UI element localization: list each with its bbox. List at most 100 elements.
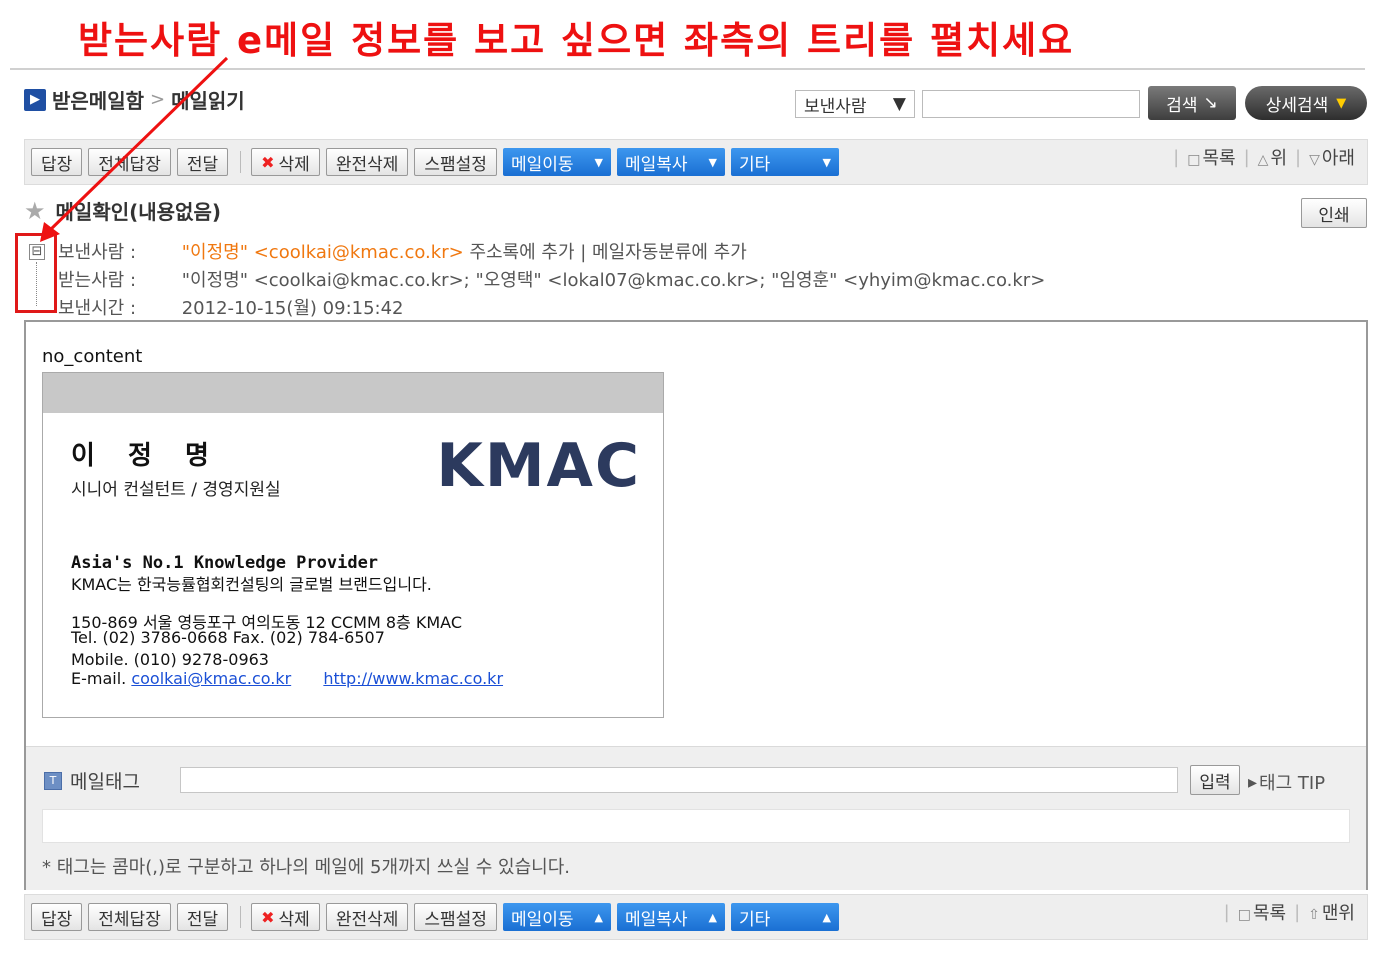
mail-tag-label: 메일태그 bbox=[70, 771, 140, 793]
etc-label: 기타 bbox=[738, 154, 771, 175]
sender-email[interactable]: <coolkai@kmac.co.kr> bbox=[254, 242, 464, 263]
delete-label: 삭제 bbox=[278, 154, 310, 175]
toolbar-divider bbox=[240, 151, 242, 173]
document-icon: □ bbox=[1187, 152, 1201, 168]
chevron-down-icon: ▼ bbox=[822, 155, 831, 169]
chevron-down-icon: ▼ bbox=[594, 155, 603, 169]
card-email-row: E-mail. coolkai@kmac.co.kr http://www.km… bbox=[71, 669, 503, 688]
tag-list bbox=[42, 809, 1350, 843]
move-mail-label: 메일이동 bbox=[510, 154, 574, 175]
chevron-up-icon: ▲ bbox=[822, 910, 831, 924]
forward-button[interactable]: 전달 bbox=[176, 903, 229, 931]
copy-mail-label: 메일복사 bbox=[624, 909, 688, 930]
mail-tag-area: T 메일태그 입력 ▸ 태그 TIP * 태그는 콤마(,)로 구분하고 하나의… bbox=[26, 746, 1366, 890]
document-icon: □ bbox=[1237, 907, 1251, 923]
mail-tag-input[interactable] bbox=[180, 767, 1178, 793]
triangle-up-icon: △ bbox=[1257, 152, 1269, 168]
card-title: 시니어 컨설턴트 / 경영지원실 bbox=[71, 480, 281, 500]
list-label: 목록 bbox=[1202, 148, 1236, 169]
delete-label: 삭제 bbox=[278, 909, 310, 930]
mail-body: no_content 이 정 명 시니어 컨설턴트 / 경영지원실 KMAC A… bbox=[24, 320, 1368, 890]
sent-time-label: 보낸시간 : bbox=[58, 298, 137, 319]
sender-label: 보낸사람 : bbox=[58, 242, 137, 263]
tag-tip-link[interactable]: ▸ 태그 TIP bbox=[1248, 769, 1325, 795]
delete-button[interactable]: ✖ 삭제 bbox=[251, 903, 320, 931]
delete-x-icon: ✖ bbox=[261, 907, 275, 927]
reply-button[interactable]: 답장 bbox=[31, 148, 83, 176]
sender-name[interactable]: "이정명" bbox=[182, 242, 248, 263]
triangle-down-icon: ▽ bbox=[1309, 152, 1320, 168]
spam-settings-button[interactable]: 스팸설정 bbox=[414, 148, 497, 176]
mail-subject: 메일확인(내용없음) bbox=[55, 200, 221, 224]
recipient-row: 받는사람 : "이정명" <coolkai@kmac.co.kr>; "오영택"… bbox=[58, 266, 1045, 292]
print-button[interactable]: 인쇄 bbox=[1301, 198, 1367, 228]
card-mobile: Mobile. (010) 9278-0963 bbox=[71, 650, 269, 669]
sender-actions[interactable]: 주소록에 추가 | 메일자동분류에 추가 bbox=[469, 242, 746, 263]
mail-tag-label-group: T 메일태그 bbox=[44, 767, 140, 794]
arrow-up-icon: ⇧ bbox=[1308, 907, 1320, 923]
reply-all-button[interactable]: 전체답장 bbox=[88, 148, 171, 176]
delete-permanent-button[interactable]: 완전삭제 bbox=[325, 903, 409, 931]
down-link[interactable]: ▽ 아래 bbox=[1309, 144, 1355, 170]
tag-tip-label: 태그 TIP bbox=[1259, 773, 1326, 794]
advanced-search-button[interactable]: 상세검색 ▼ bbox=[1245, 86, 1367, 120]
caret-down-icon: ▼ bbox=[1336, 95, 1347, 111]
top-link[interactable]: ⇧ 맨위 bbox=[1308, 899, 1355, 925]
chevron-down-icon: ▼ bbox=[708, 155, 717, 169]
subject-row: ★ 메일확인(내용없음) bbox=[24, 196, 221, 225]
spam-settings-button[interactable]: 스팸설정 bbox=[414, 903, 497, 931]
card-motto: Asia's No.1 Knowledge Provider bbox=[71, 553, 379, 573]
move-mail-label: 메일이동 bbox=[510, 909, 574, 930]
card-email-link[interactable]: coolkai@kmac.co.kr bbox=[131, 669, 291, 688]
list-link[interactable]: □ 목록 bbox=[1238, 899, 1286, 925]
arrow-down-right-icon: ↘ bbox=[1203, 93, 1218, 113]
delete-button[interactable]: ✖ 삭제 bbox=[251, 148, 320, 176]
list-link[interactable]: □ 목록 bbox=[1187, 144, 1235, 170]
top-label: 맨위 bbox=[1321, 903, 1355, 924]
search-field-select[interactable]: 보낸사람 ▼ bbox=[795, 90, 915, 118]
advanced-search-label: 상세검색 bbox=[1265, 95, 1329, 116]
forward-button[interactable]: 전달 bbox=[176, 148, 229, 176]
search-button[interactable]: 검색 ↘ bbox=[1148, 86, 1236, 120]
breadcrumb-current: 메일읽기 bbox=[171, 89, 245, 113]
breadcrumb-root[interactable]: 받은메일함 bbox=[52, 85, 144, 114]
tag-note: * 태그는 콤마(,)로 구분하고 하나의 메일에 5개까지 쓰실 수 있습니다… bbox=[42, 857, 570, 878]
move-mail-dropdown[interactable]: 메일이동 ▲ bbox=[502, 903, 611, 931]
tree-collapse-icon[interactable]: ⊟ bbox=[29, 244, 45, 260]
move-mail-dropdown[interactable]: 메일이동 ▼ bbox=[502, 148, 611, 176]
chevron-up-icon: ▲ bbox=[594, 910, 603, 924]
reply-button[interactable]: 답장 bbox=[31, 903, 83, 931]
up-link[interactable]: △ 위 bbox=[1258, 144, 1287, 170]
copy-mail-dropdown[interactable]: 메일복사 ▲ bbox=[616, 903, 725, 931]
triangle-right-icon: ▸ bbox=[1248, 771, 1258, 793]
search-button-label: 검색 bbox=[1166, 95, 1198, 116]
breadcrumb-separator: > bbox=[150, 89, 166, 110]
search-field-value: 보낸사람 bbox=[804, 96, 867, 117]
breadcrumb: ▶ 받은메일함 > 메일읽기 bbox=[24, 85, 245, 114]
no-content-text: no_content bbox=[42, 346, 143, 367]
search-input[interactable] bbox=[922, 90, 1140, 118]
etc-dropdown[interactable]: 기타 ▼ bbox=[730, 148, 839, 176]
kmac-logo: KMAC bbox=[436, 431, 641, 501]
tag-submit-button[interactable]: 입력 bbox=[1190, 765, 1240, 795]
star-icon[interactable]: ★ bbox=[24, 197, 46, 225]
card-brand-line: KMAC는 한국능률협회컨설팅의 글로벌 브랜드입니다. bbox=[71, 575, 432, 594]
mailbox-arrow-icon: ▶ bbox=[24, 88, 46, 111]
sender-row: 보낸사람 : "이정명" <coolkai@kmac.co.kr> 주소록에 추… bbox=[58, 238, 747, 264]
recipient-list[interactable]: "이정명" <coolkai@kmac.co.kr>; "오영택" <lokal… bbox=[182, 270, 1046, 291]
card-email-label: E-mail. bbox=[71, 669, 127, 688]
tree-line bbox=[36, 262, 37, 306]
etc-dropdown[interactable]: 기타 ▲ bbox=[730, 903, 839, 931]
list-label: 목록 bbox=[1252, 903, 1287, 924]
delete-permanent-button[interactable]: 완전삭제 bbox=[325, 148, 409, 176]
copy-mail-label: 메일복사 bbox=[624, 154, 688, 175]
sent-time: 2012-10-15(월) 09:15:42 bbox=[181, 298, 404, 319]
tag-icon: T bbox=[44, 771, 62, 790]
top-divider bbox=[10, 68, 1365, 70]
chevron-down-icon: ▼ bbox=[892, 94, 906, 114]
card-website-link[interactable]: http://www.kmac.co.kr bbox=[323, 669, 503, 688]
top-toolbar: 답장 전체답장 전달 ✖ 삭제 완전삭제 스팸설정 메일이동 ▼ 메일복사 ▼ … bbox=[24, 139, 1368, 185]
copy-mail-dropdown[interactable]: 메일복사 ▼ bbox=[616, 148, 725, 176]
business-card: 이 정 명 시니어 컨설턴트 / 경영지원실 KMAC Asia's No.1 … bbox=[42, 372, 664, 718]
reply-all-button[interactable]: 전체답장 bbox=[88, 903, 171, 931]
